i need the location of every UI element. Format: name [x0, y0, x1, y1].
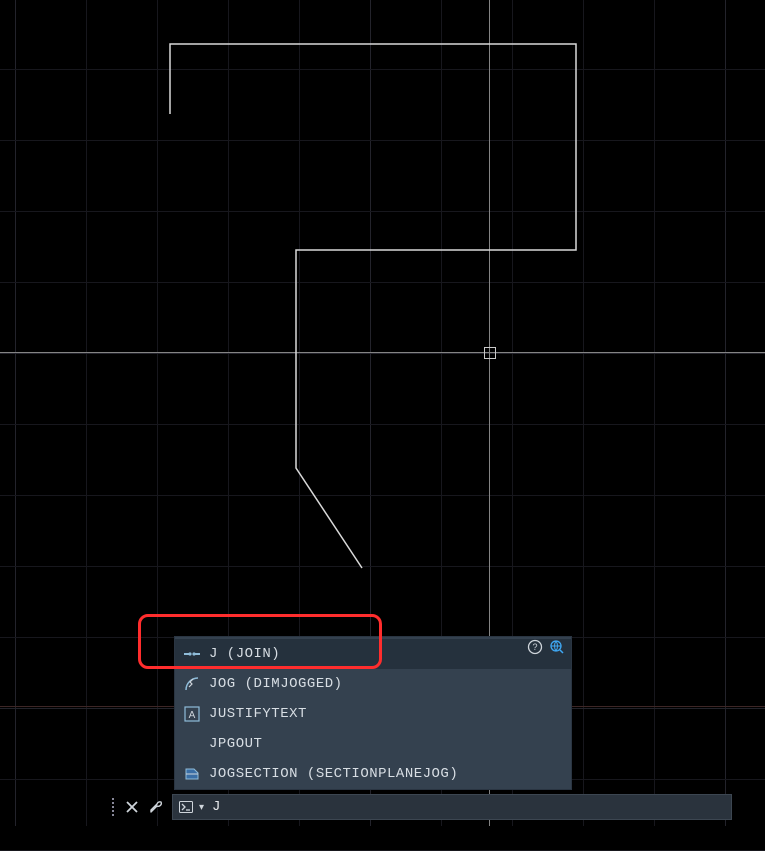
justify-icon: A — [183, 705, 201, 723]
autocomplete-item-label: JPGOUT — [209, 736, 262, 752]
autocomplete-item-label: JOG (DIMJOGGED) — [209, 676, 343, 692]
autocomplete-item[interactable]: JPGOUT — [175, 729, 571, 759]
chevron-down-icon[interactable]: ▾ — [199, 802, 204, 813]
autocomplete-item[interactable]: JOG (DIMJOGGED) — [175, 669, 571, 699]
blank-icon — [183, 735, 201, 753]
command-bar-grip[interactable] — [108, 794, 118, 820]
autocomplete-item-label: JOGSECTION (SECTIONPLANEJOG) — [209, 766, 458, 782]
svg-text:A: A — [189, 710, 196, 721]
autocomplete-item[interactable]: A JUSTIFYTEXT — [175, 699, 571, 729]
command-input[interactable]: ▾ J — [172, 794, 732, 820]
drawing-canvas[interactable]: ? J (JOIN) JOG (DIMJOGGED) A JUSTIFYTEXT JPG… — [0, 0, 765, 826]
svg-text:?: ? — [532, 642, 537, 652]
autocomplete-item[interactable]: J (JOIN) — [175, 639, 571, 669]
wrench-icon[interactable] — [144, 795, 168, 819]
command-input-text: J — [212, 799, 221, 815]
jogsection-icon — [183, 765, 201, 783]
help-circle-icon[interactable]: ? — [527, 639, 543, 658]
crosshair-horizontal — [0, 352, 765, 353]
command-prompt-icon: ▾ — [179, 801, 204, 813]
globe-search-icon[interactable] — [549, 639, 565, 658]
autocomplete-item[interactable]: JOGSECTION (SECTIONPLANEJOG) — [175, 759, 571, 789]
dimjog-icon — [183, 675, 201, 693]
close-icon[interactable] — [120, 795, 144, 819]
autocomplete-item-label: J (JOIN) — [209, 646, 280, 662]
join-icon — [183, 645, 201, 663]
pick-box-cursor — [484, 347, 496, 359]
command-autocomplete-panel: ? J (JOIN) JOG (DIMJOGGED) A JUSTIFYTEXT JPG… — [174, 636, 572, 790]
command-line-bar: ▾ J — [108, 793, 732, 821]
autocomplete-item-label: JUSTIFYTEXT — [209, 706, 307, 722]
